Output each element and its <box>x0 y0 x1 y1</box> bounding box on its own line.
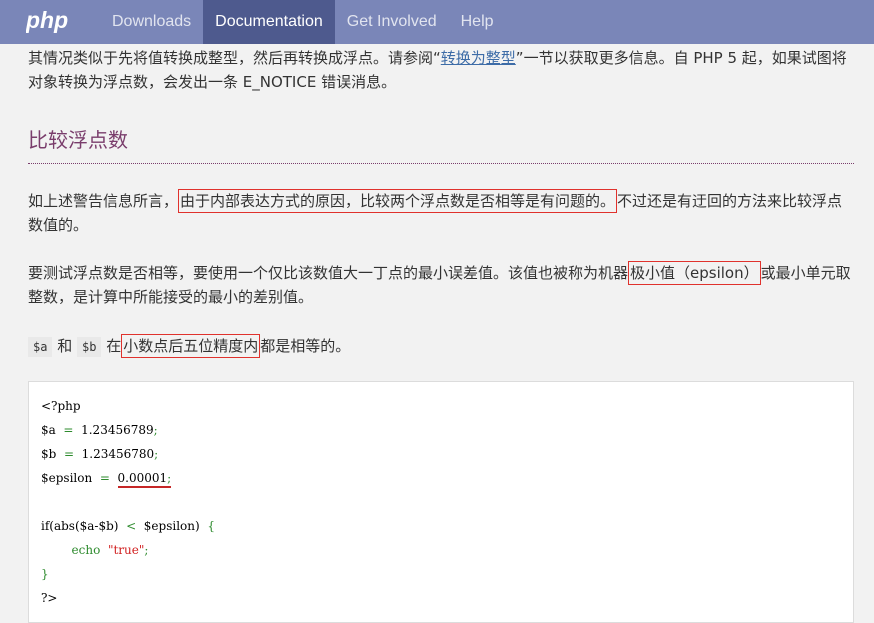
paragraph-epsilon: 要测试浮点数是否相等，要使用一个仅比该数值大一丁点的最小误差值。该值也被称为机器… <box>28 261 854 309</box>
nav-get-involved[interactable]: Get Involved <box>335 0 449 44</box>
var-b-code: $b <box>77 337 101 357</box>
p1-highlight: 由于内部表达方式的原因，比较两个浮点数是否相等是有问题的。 <box>178 189 617 213</box>
section-title: 比较浮点数 <box>28 124 128 153</box>
p2-text-before: 要测试浮点数是否相等，要使用一个仅比该数值大一丁点的最小误差值。该值也被称为机器 <box>28 264 628 282</box>
var-a-code: $a <box>28 337 52 357</box>
code-line-7: echo "true"; <box>41 543 148 557</box>
nav-help[interactable]: Help <box>449 0 506 44</box>
php-logo[interactable]: php <box>0 0 72 44</box>
php-logo-text: php <box>26 7 68 33</box>
code-line-6: if(abs($a-$b) < $epsilon) { <box>41 519 215 533</box>
intro-text-before: 其情况类似于先将值转换成整型，然后再转换成浮点。请参阅“ <box>28 49 441 67</box>
p1-text-before: 如上述警告信息所言， <box>28 192 178 210</box>
paragraph-example: $a 和 $b 在小数点后五位精度内都是相等的。 <box>28 334 854 359</box>
nav-documentation[interactable]: Documentation <box>203 0 335 44</box>
epsilon-value-underline: 0.00001; <box>118 471 172 488</box>
p2-highlight: 极小值（epsilon） <box>628 261 761 285</box>
code-line-4: $epsilon = 0.00001; <box>41 471 171 488</box>
p3-highlight: 小数点后五位精度内 <box>121 334 260 358</box>
code-line-3: $b = 1.23456780; <box>41 447 158 461</box>
code-line-1: <?php <box>41 399 81 413</box>
php-logo-icon: php <box>26 7 76 35</box>
section-divider <box>28 163 854 164</box>
code-line-9: ?> <box>41 591 58 605</box>
code-block: <?php $a = 1.23456789; $b = 1.23456780; … <box>41 394 215 610</box>
top-navbar: php Downloads Documentation Get Involved… <box>0 0 874 44</box>
code-line-8: } <box>41 567 49 581</box>
p3-in: 在 <box>101 337 121 355</box>
code-line-2: $a = 1.23456789; <box>41 423 158 437</box>
p3-text-after: 都是相等的。 <box>260 337 350 355</box>
integer-conversion-link[interactable]: 转换为整型 <box>441 49 516 67</box>
intro-paragraph: 其情况类似于先将值转换成整型，然后再转换成浮点。请参阅“转换为整型”一节以获取更… <box>28 46 854 94</box>
code-example: <?php $a = 1.23456789; $b = 1.23456780; … <box>28 381 854 623</box>
p3-and: 和 <box>52 337 77 355</box>
paragraph-warning: 如上述警告信息所言，由于内部表达方式的原因，比较两个浮点数是否相等是有问题的。不… <box>28 189 854 237</box>
nav-downloads[interactable]: Downloads <box>72 0 203 44</box>
